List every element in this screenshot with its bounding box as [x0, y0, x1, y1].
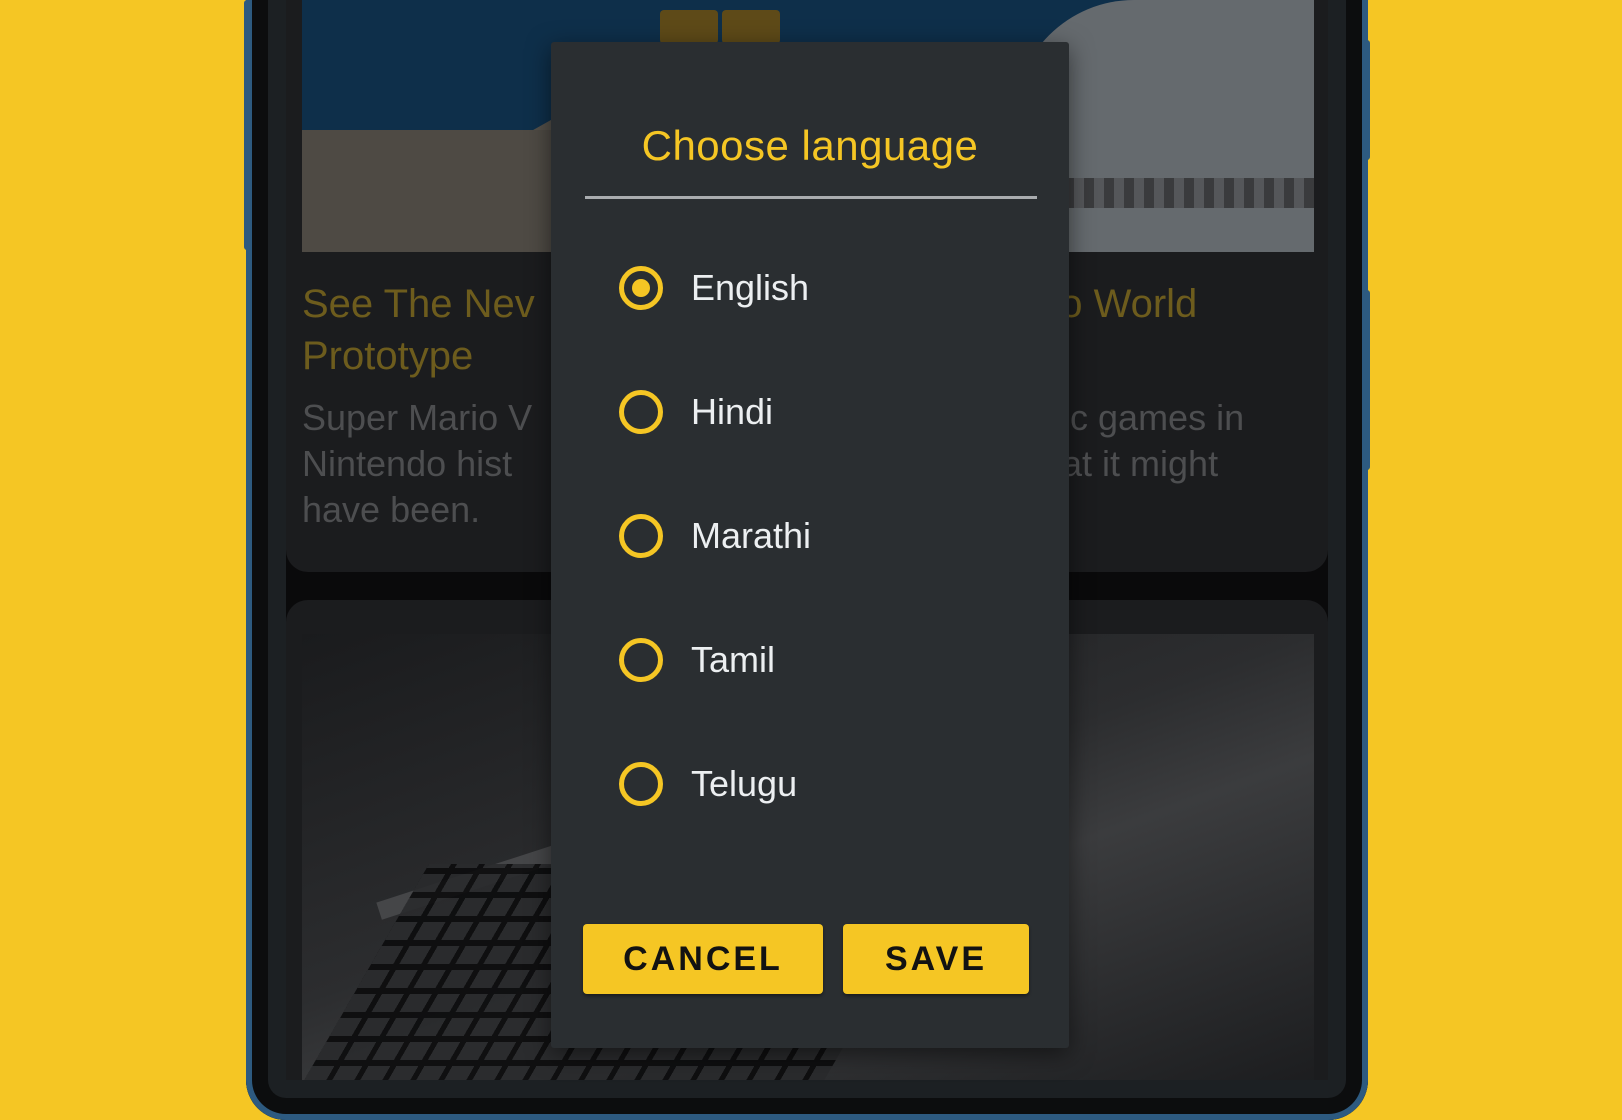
- language-option-telugu[interactable]: Telugu: [619, 744, 1019, 824]
- brick-block-icon: [722, 10, 780, 44]
- choose-language-dialog: Choose language English Hindi Marathi Ta…: [551, 42, 1069, 1048]
- radio-unselected-icon[interactable]: [619, 390, 663, 434]
- phone-side-button-left: [244, 0, 252, 250]
- dialog-divider: [585, 196, 1037, 199]
- radio-selected-icon[interactable]: [619, 266, 663, 310]
- language-option-hindi[interactable]: Hindi: [619, 372, 1019, 452]
- language-option-label: English: [691, 267, 810, 308]
- radio-unselected-icon[interactable]: [619, 638, 663, 682]
- phone-side-button-right-bottom: [1362, 290, 1370, 470]
- checkered-bar: [1064, 178, 1314, 208]
- desc-right-line2: hat it might: [1042, 443, 1219, 484]
- desc-right-lines: nic games in hat it might: [1042, 395, 1244, 487]
- cancel-button[interactable]: CANCEL: [583, 924, 823, 994]
- radio-unselected-icon[interactable]: [619, 762, 663, 806]
- radio-unselected-icon[interactable]: [619, 514, 663, 558]
- brick-block-icon: [660, 10, 718, 44]
- desc-right-line1: nic games in: [1042, 397, 1245, 438]
- language-option-label: Tamil: [691, 639, 776, 680]
- language-option-tamil[interactable]: Tamil: [619, 620, 1019, 700]
- language-option-english[interactable]: English: [619, 248, 1019, 328]
- language-option-marathi[interactable]: Marathi: [619, 496, 1019, 576]
- save-button[interactable]: SAVE: [843, 924, 1029, 994]
- dialog-title: Choose language: [641, 122, 979, 169]
- language-option-label: Telugu: [691, 763, 798, 804]
- language-option-label: Marathi: [691, 515, 812, 556]
- phone-side-button-right-top: [1362, 40, 1370, 160]
- language-option-label: Hindi: [691, 391, 774, 432]
